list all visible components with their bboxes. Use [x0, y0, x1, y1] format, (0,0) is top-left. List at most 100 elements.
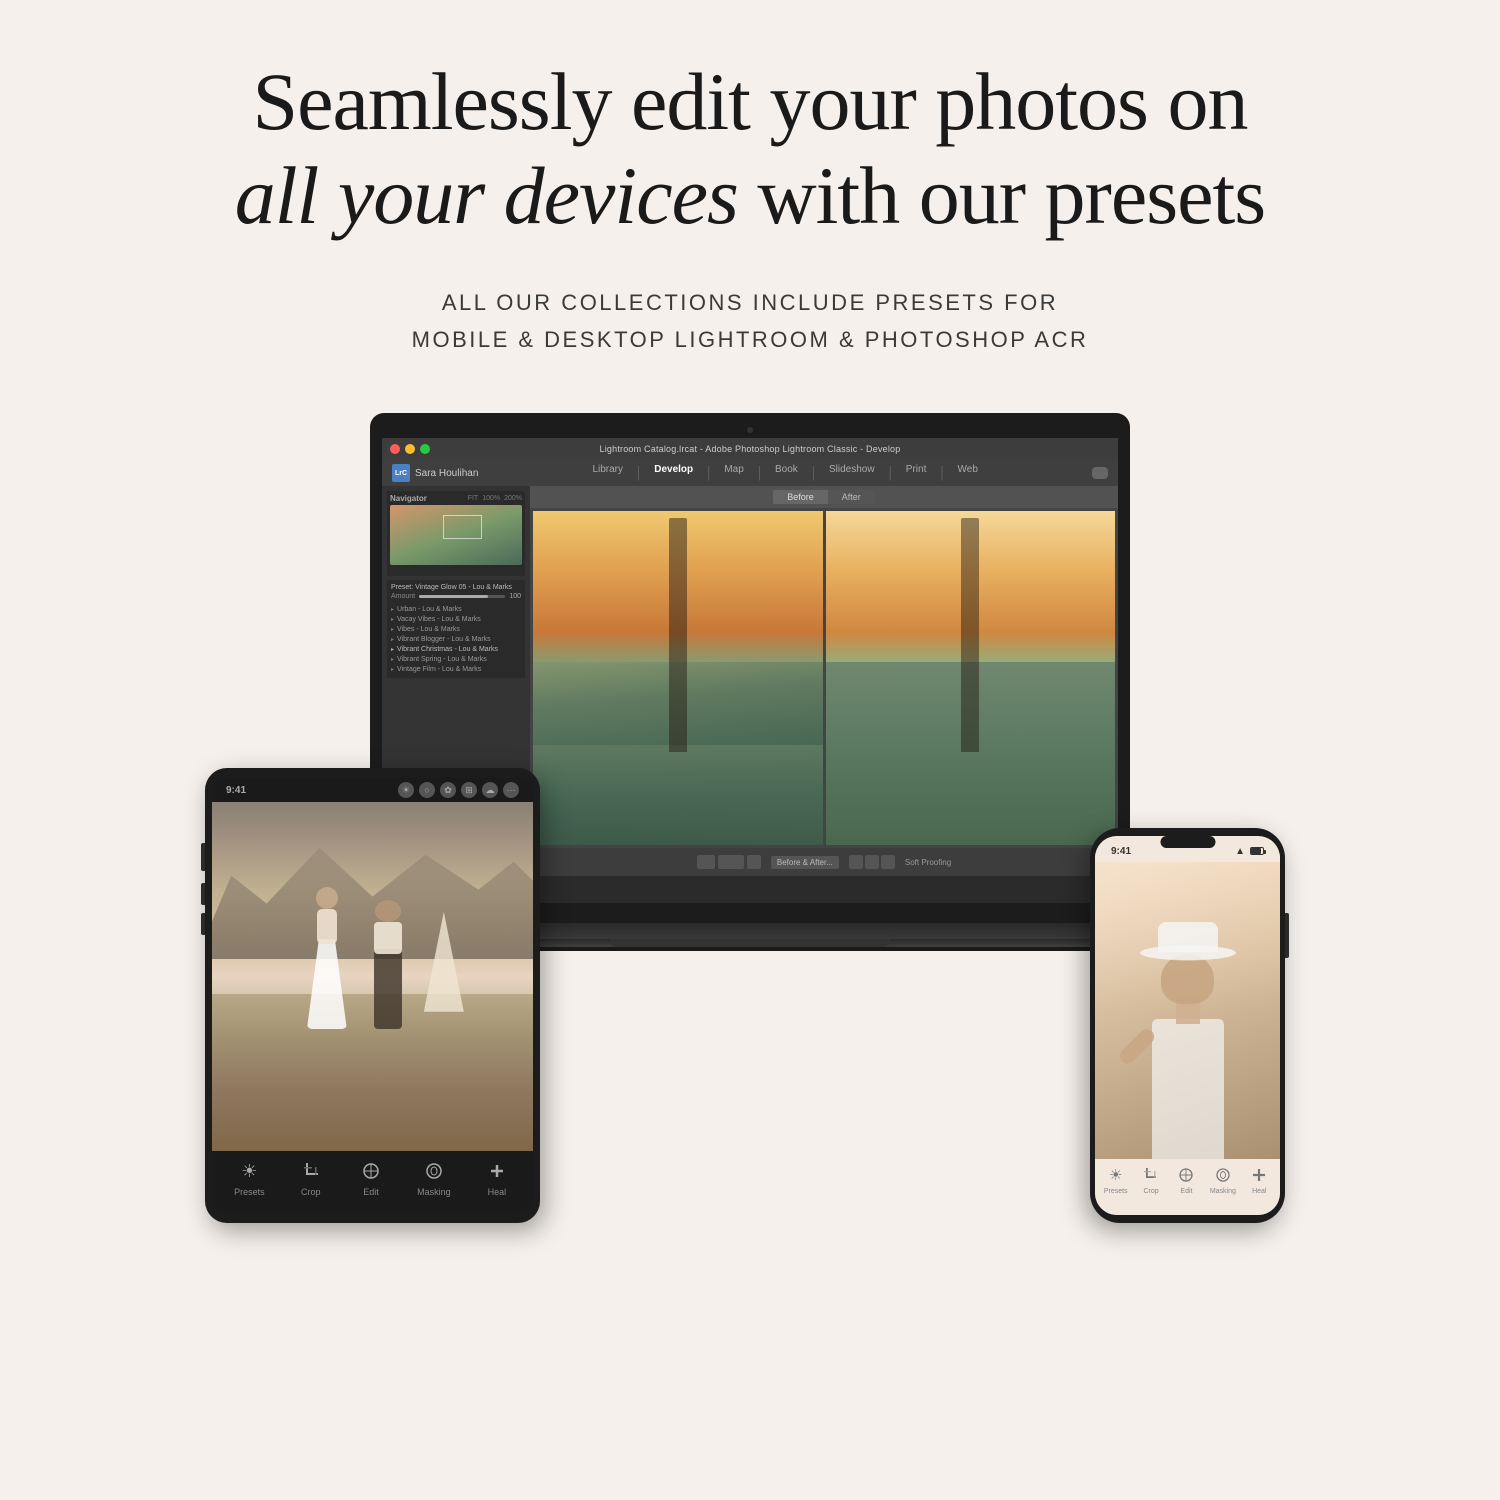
- phone-power-button[interactable]: [1285, 913, 1289, 958]
- circle-icon: ○: [419, 782, 435, 798]
- lr-photos-area: [530, 508, 1118, 848]
- lr-nav-print[interactable]: Print: [906, 464, 927, 482]
- lr-nav-separator5: |: [889, 464, 892, 482]
- phone-status-icons: ▲: [1235, 846, 1264, 857]
- lr-preset-name: Preset: Vintage Glow 05 - Lou & Marks: [391, 584, 521, 591]
- ipad-tool-presets[interactable]: ☀ Presets: [234, 1157, 265, 1197]
- lr-titlebar: Lightroom Catalog.lrcat - Adobe Photosho…: [382, 438, 1118, 460]
- ipad-tool-edit[interactable]: Edit: [357, 1157, 385, 1197]
- list-item[interactable]: ▸Vibrant Blogger - Lou & Marks: [391, 634, 521, 644]
- lr-nav-slideshow[interactable]: Slideshow: [829, 464, 875, 482]
- laptop-camera-row: [382, 425, 1118, 435]
- lr-nav-separator4: |: [812, 464, 815, 482]
- lr-navigator-panel: Navigator FIT 100% 200%: [387, 491, 525, 576]
- phone-notch: [1160, 836, 1215, 848]
- lr-dot-green[interactable]: [420, 444, 430, 454]
- lr-photo-before: [533, 511, 823, 845]
- flower-icon: ✿: [440, 782, 456, 798]
- more-icon[interactable]: ⋯: [503, 782, 519, 798]
- lr-nav-separator2: |: [707, 464, 710, 482]
- lr-window-title: Lightroom Catalog.lrcat - Adobe Photosho…: [600, 444, 901, 454]
- lr-preset-panel: Preset: Vintage Glow 05 - Lou & Marks Am…: [387, 580, 525, 678]
- phone-body: 9:41 ▲: [1090, 828, 1285, 1223]
- ipad-time: 9:41: [226, 785, 246, 796]
- list-item[interactable]: ▸Vacay Vibes - Lou & Marks: [391, 614, 521, 624]
- lr-amount-label: Amount: [391, 593, 415, 600]
- lr-cloud-icon: [1092, 467, 1108, 479]
- ipad-edit-label: Edit: [363, 1187, 379, 1197]
- lr-nav-web[interactable]: Web: [958, 464, 978, 482]
- lr-nav-library[interactable]: Library: [592, 464, 623, 482]
- ipad-statusbar: 9:41 ☀ ○ ✿ ⊞ ☁ ⋯: [212, 778, 533, 802]
- ipad-heal-label: Heal: [488, 1187, 507, 1197]
- ipad-tool-masking[interactable]: Masking: [417, 1157, 451, 1197]
- lr-nav-controls: FIT 100% 200%: [468, 495, 522, 502]
- list-item[interactable]: ▸Vibrant Spring - Lou & Marks: [391, 654, 521, 664]
- ipad-status-icons: ☀ ○ ✿ ⊞ ☁ ⋯: [398, 782, 519, 798]
- lr-nav-separator1: |: [637, 464, 640, 482]
- ipad: 9:41 ☀ ○ ✿ ⊞ ☁ ⋯: [205, 768, 540, 1223]
- phone-tool-masking[interactable]: Masking: [1210, 1163, 1236, 1195]
- lr-amount-row: Amount 100: [391, 593, 521, 600]
- phone-masking-icon: [1211, 1163, 1235, 1187]
- lr-navigator-preview: [390, 505, 522, 565]
- sun-icon: ☀: [398, 782, 414, 798]
- phone-tool-crop[interactable]: Crop: [1139, 1163, 1163, 1195]
- lr-ba-button[interactable]: Before & After...: [771, 856, 839, 869]
- lr-nav-separator3: |: [758, 464, 761, 482]
- cloud-icon: ☁: [482, 782, 498, 798]
- grid-icon: ⊞: [461, 782, 477, 798]
- lr-nav-separator6: |: [940, 464, 943, 482]
- lr-nav-develop[interactable]: Develop: [654, 464, 693, 482]
- main-title-italic: all your devices: [235, 150, 738, 241]
- lr-ba-toggle: Before After: [530, 486, 1118, 508]
- list-item[interactable]: ▸Vintage Film - Lou & Marks: [391, 664, 521, 674]
- devices-section: Lightroom Catalog.lrcat - Adobe Photosho…: [210, 403, 1290, 1223]
- phone-edit-label: Edit: [1180, 1188, 1192, 1195]
- lr-before-btn[interactable]: Before: [773, 490, 828, 504]
- lr-soft-proofing[interactable]: Soft Proofing: [905, 858, 951, 867]
- lr-username: Sara Houlihan: [415, 468, 478, 479]
- phone-time: 9:41: [1111, 846, 1131, 857]
- lr-nav-book[interactable]: Book: [775, 464, 798, 482]
- ipad-presets-label: Presets: [234, 1187, 265, 1197]
- lr-photo-after: [826, 511, 1116, 845]
- subtitle-line1: ALL OUR COLLECTIONS INCLUDE PRESETS FOR: [235, 284, 1265, 321]
- phone-edit-icon: [1174, 1163, 1198, 1187]
- masking-icon: [420, 1157, 448, 1185]
- ipad-body: 9:41 ☀ ○ ✿ ⊞ ☁ ⋯: [205, 768, 540, 1223]
- main-title-line1: Seamlessly edit your photos on: [253, 56, 1248, 147]
- main-title: Seamlessly edit your photos on all your …: [235, 55, 1265, 244]
- phone-photo-area: [1095, 862, 1280, 1159]
- lr-after-btn[interactable]: After: [828, 490, 875, 504]
- lr-nav-map[interactable]: Map: [724, 464, 743, 482]
- lr-menubar: LrC Sara Houlihan Library | Develop | Ma…: [382, 460, 1118, 486]
- list-item[interactable]: ▸Vibes - Lou & Marks: [391, 624, 521, 634]
- list-item[interactable]: ▸Urban - Lou & Marks: [391, 604, 521, 614]
- ipad-side-button[interactable]: [201, 843, 205, 871]
- lr-content-area: Before After: [530, 486, 1118, 876]
- phone-tool-presets[interactable]: ☀ Presets: [1104, 1163, 1128, 1195]
- edit-icon: [357, 1157, 385, 1185]
- phone-tool-heal[interactable]: Heal: [1247, 1163, 1271, 1195]
- lr-dot-red[interactable]: [390, 444, 400, 454]
- phone-tool-edit[interactable]: Edit: [1174, 1163, 1198, 1195]
- heal-icon: [483, 1157, 511, 1185]
- ipad-crop-label: Crop: [301, 1187, 321, 1197]
- list-item[interactable]: ▸Vibrant Christmas - Lou & Marks: [391, 644, 521, 654]
- lr-logo: LrC: [392, 464, 410, 482]
- lr-dot-yellow[interactable]: [405, 444, 415, 454]
- lr-navigator-label: Navigator: [390, 494, 427, 503]
- phone-toolbar: ☀ Presets: [1095, 1159, 1280, 1215]
- ipad-tool-heal[interactable]: Heal: [483, 1157, 511, 1197]
- presets-icon: ☀: [235, 1157, 263, 1185]
- ipad-photo-area: [212, 802, 533, 1151]
- crop-icon: [297, 1157, 325, 1185]
- lr-navigator-header: Navigator FIT 100% 200%: [390, 494, 522, 503]
- lr-amount-slider[interactable]: [419, 595, 505, 598]
- ipad-screen: 9:41 ☀ ○ ✿ ⊞ ☁ ⋯: [212, 778, 533, 1213]
- ipad-tool-crop[interactable]: Crop: [297, 1157, 325, 1197]
- phone: 9:41 ▲: [1090, 828, 1285, 1223]
- phone-crop-label: Crop: [1143, 1188, 1158, 1195]
- phone-heal-label: Heal: [1252, 1188, 1266, 1195]
